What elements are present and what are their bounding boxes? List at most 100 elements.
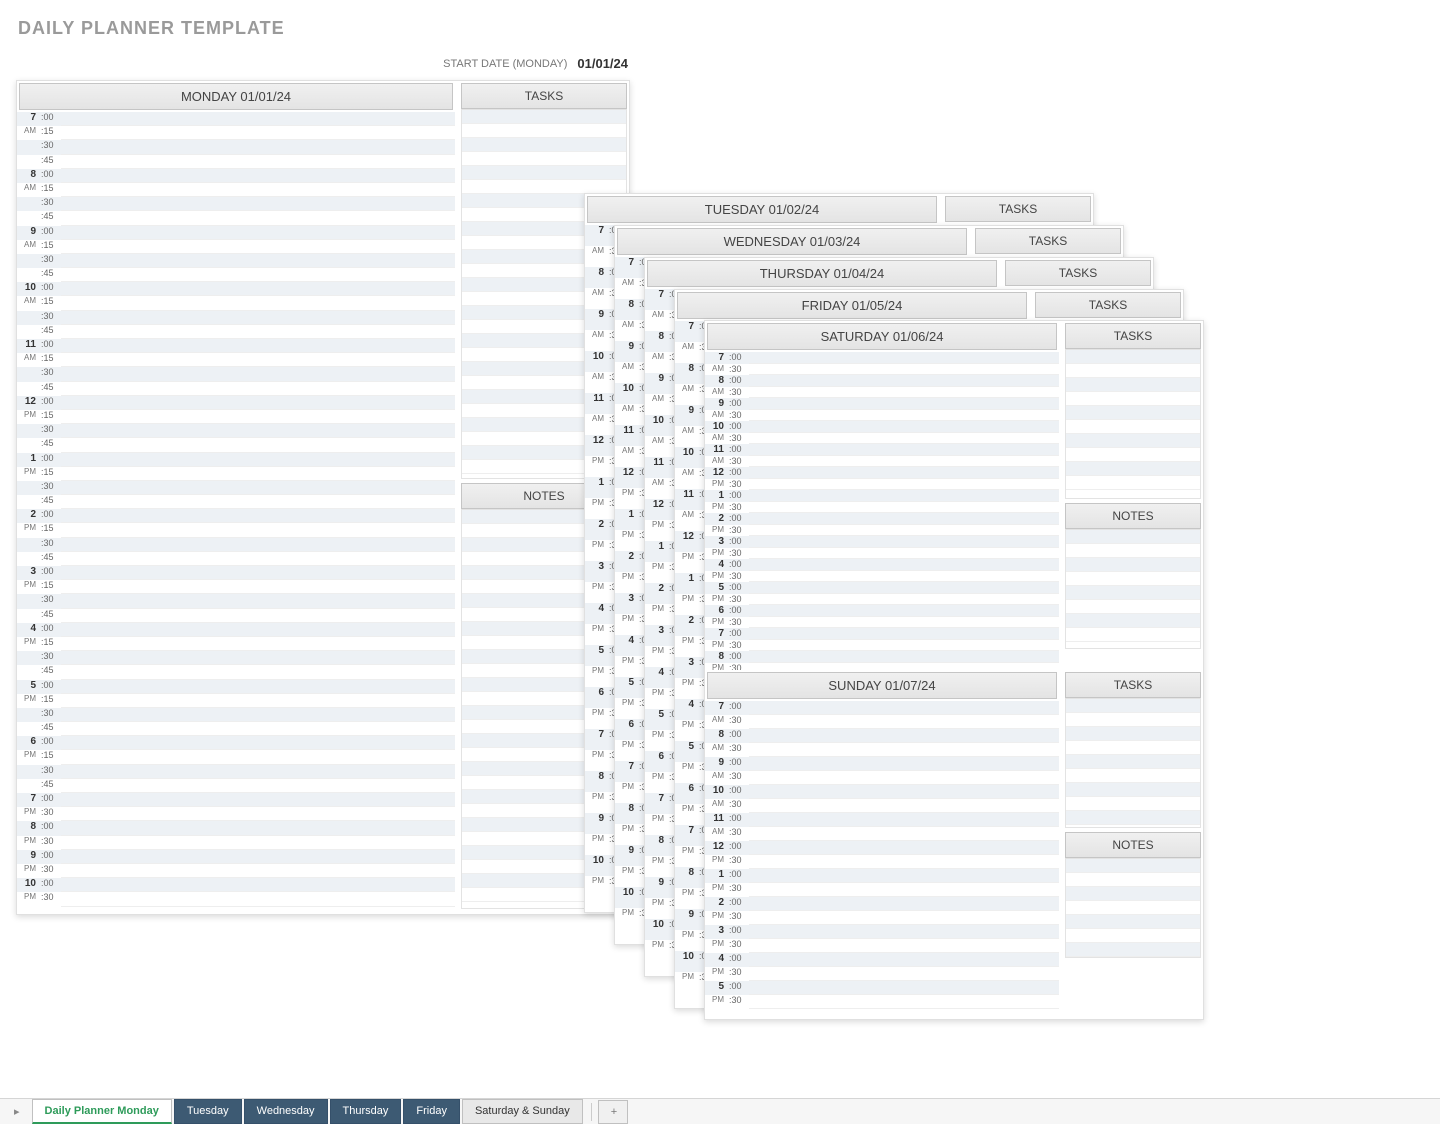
- schedule-cell[interactable]: [61, 155, 455, 169]
- schedule-cell[interactable]: [749, 743, 1059, 757]
- list-line[interactable]: [462, 110, 626, 124]
- schedule-cell[interactable]: [61, 779, 455, 793]
- schedule-cell[interactable]: [61, 793, 455, 807]
- schedule-cell[interactable]: [61, 609, 455, 623]
- schedule-cell[interactable]: [749, 548, 1059, 560]
- schedule-cell[interactable]: [749, 967, 1059, 981]
- sheet-tab[interactable]: Daily Planner Monday: [32, 1099, 172, 1124]
- schedule-cell[interactable]: [749, 456, 1059, 468]
- schedule-cell[interactable]: [749, 995, 1059, 1009]
- schedule-cell[interactable]: [749, 869, 1059, 883]
- schedule-cell[interactable]: [749, 352, 1059, 364]
- schedule-cell[interactable]: [61, 736, 455, 750]
- schedule-cell[interactable]: [61, 240, 455, 254]
- list-line[interactable]: [1066, 628, 1200, 642]
- schedule-cell[interactable]: [749, 651, 1059, 663]
- list-line[interactable]: [1066, 873, 1200, 887]
- schedule-cell[interactable]: [749, 911, 1059, 925]
- schedule-cell[interactable]: [749, 433, 1059, 445]
- schedule-cell[interactable]: [61, 438, 455, 452]
- schedule-cell[interactable]: [61, 722, 455, 736]
- schedule-cell[interactable]: [749, 559, 1059, 571]
- schedule-cell[interactable]: [61, 382, 455, 396]
- list-line[interactable]: [1066, 530, 1200, 544]
- list-line[interactable]: [462, 166, 626, 180]
- schedule-cell[interactable]: [61, 665, 455, 679]
- list-line[interactable]: [1066, 558, 1200, 572]
- schedule-cell[interactable]: [749, 582, 1059, 594]
- schedule-cell[interactable]: [61, 850, 455, 864]
- schedule-cell[interactable]: [61, 126, 455, 140]
- list-line[interactable]: [1066, 741, 1200, 755]
- schedule-cell[interactable]: [61, 694, 455, 708]
- list-line[interactable]: [1066, 476, 1200, 490]
- add-sheet-button[interactable]: +: [598, 1100, 628, 1124]
- schedule-cell[interactable]: [61, 112, 455, 126]
- schedule-cell[interactable]: [61, 410, 455, 424]
- schedule-cell[interactable]: [61, 254, 455, 268]
- schedule-cell[interactable]: [61, 226, 455, 240]
- sheet-tab[interactable]: Tuesday: [174, 1099, 242, 1124]
- schedule-cell[interactable]: [61, 140, 455, 154]
- schedule-cell[interactable]: [61, 467, 455, 481]
- schedule-cell[interactable]: [61, 580, 455, 594]
- schedule-cell[interactable]: [749, 421, 1059, 433]
- list-line[interactable]: [1066, 378, 1200, 392]
- schedule-cell[interactable]: [61, 353, 455, 367]
- list-line[interactable]: [1066, 929, 1200, 943]
- schedule-cell[interactable]: [61, 623, 455, 637]
- list-line[interactable]: [1066, 614, 1200, 628]
- schedule-cell[interactable]: [749, 594, 1059, 606]
- schedule-cell[interactable]: [749, 757, 1059, 771]
- schedule-cell[interactable]: [749, 536, 1059, 548]
- list-line[interactable]: [1066, 769, 1200, 783]
- schedule-cell[interactable]: [61, 566, 455, 580]
- list-line[interactable]: [1066, 462, 1200, 476]
- schedule-cell[interactable]: [61, 367, 455, 381]
- schedule-cell[interactable]: [749, 490, 1059, 502]
- list-line[interactable]: [462, 180, 626, 194]
- schedule-cell[interactable]: [61, 552, 455, 566]
- list-line[interactable]: [1066, 713, 1200, 727]
- list-line[interactable]: [1066, 572, 1200, 586]
- schedule-cell[interactable]: [61, 453, 455, 467]
- schedule-cell[interactable]: [749, 444, 1059, 456]
- schedule-cell[interactable]: [61, 750, 455, 764]
- schedule-cell[interactable]: [749, 799, 1059, 813]
- schedule-cell[interactable]: [61, 211, 455, 225]
- list-line[interactable]: [1066, 600, 1200, 614]
- schedule-cell[interactable]: [749, 375, 1059, 387]
- list-line[interactable]: [1066, 544, 1200, 558]
- schedule-cell[interactable]: [61, 424, 455, 438]
- list-line[interactable]: [1066, 350, 1200, 364]
- list-line[interactable]: [462, 152, 626, 166]
- schedule-cell[interactable]: [749, 479, 1059, 491]
- schedule-cell[interactable]: [749, 855, 1059, 869]
- schedule-cell[interactable]: [61, 765, 455, 779]
- schedule-cell[interactable]: [749, 925, 1059, 939]
- schedule-cell[interactable]: [749, 663, 1059, 671]
- schedule-cell[interactable]: [61, 864, 455, 878]
- schedule-cell[interactable]: [61, 481, 455, 495]
- list-line[interactable]: [1066, 406, 1200, 420]
- schedule-cell[interactable]: [749, 785, 1059, 799]
- list-line[interactable]: [1066, 943, 1200, 957]
- list-line[interactable]: [1066, 901, 1200, 915]
- list-line[interactable]: [1066, 586, 1200, 600]
- list-line[interactable]: [1066, 420, 1200, 434]
- schedule-cell[interactable]: [61, 878, 455, 892]
- sheet-tab[interactable]: Thursday: [330, 1099, 402, 1124]
- schedule-cell[interactable]: [749, 981, 1059, 995]
- schedule-cell[interactable]: [61, 325, 455, 339]
- list-line[interactable]: [1066, 392, 1200, 406]
- schedule-cell[interactable]: [749, 467, 1059, 479]
- schedule-cell[interactable]: [61, 396, 455, 410]
- schedule-cell[interactable]: [749, 628, 1059, 640]
- schedule-cell[interactable]: [61, 523, 455, 537]
- schedule-cell[interactable]: [749, 701, 1059, 715]
- schedule-cell[interactable]: [749, 364, 1059, 376]
- schedule-cell[interactable]: [749, 410, 1059, 422]
- schedule-cell[interactable]: [749, 398, 1059, 410]
- schedule-cell[interactable]: [61, 651, 455, 665]
- schedule-cell[interactable]: [61, 339, 455, 353]
